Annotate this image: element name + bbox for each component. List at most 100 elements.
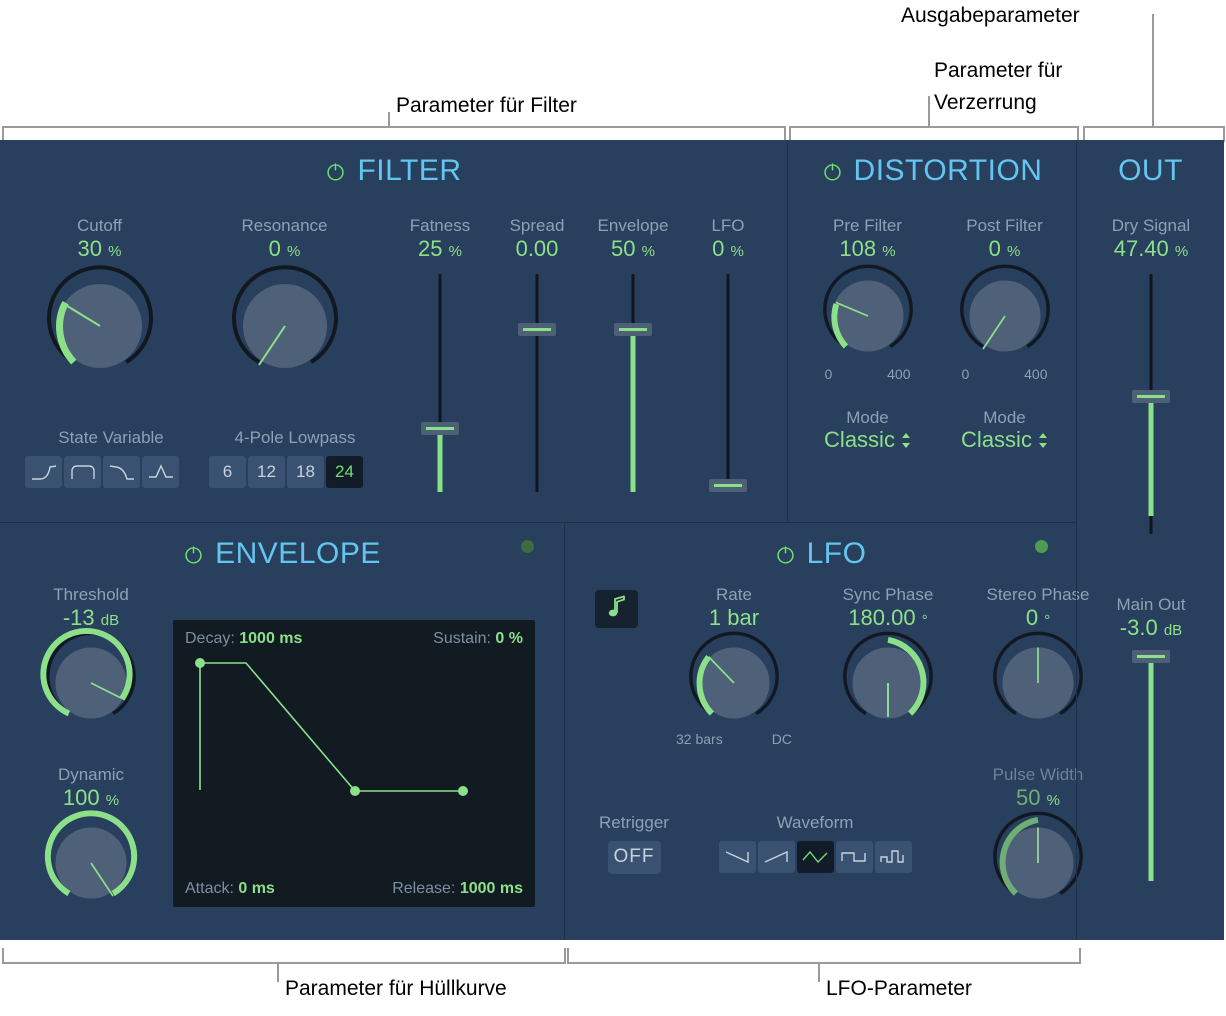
top-row: FILTER Cutoff 30 % Resonance 0 % Fatness…: [0, 140, 1076, 523]
resonance-label: Resonance: [241, 216, 328, 235]
rate-scale-min: 32 bars: [676, 730, 723, 747]
power-icon[interactable]: [183, 544, 204, 565]
lfo-sync-note-button[interactable]: [595, 590, 638, 628]
filter-envelope-control: Envelope 50 %: [583, 216, 683, 492]
filter-envelope-value: 50 %: [611, 235, 655, 261]
sync-phase-label: Sync Phase: [842, 585, 934, 604]
slope-button-24[interactable]: 24: [326, 455, 363, 488]
fatness-label: Fatness: [409, 216, 471, 235]
slider-handle[interactable]: [709, 479, 747, 492]
power-icon[interactable]: [775, 544, 796, 565]
filter-lfo-control: LFO 0 %: [678, 216, 778, 492]
slider-fill: [630, 329, 636, 492]
out-title-bar: OUT: [1077, 140, 1224, 188]
pre-mode-label: Mode: [846, 407, 889, 427]
chevron-updown-icon: [901, 432, 911, 449]
main-out-label: Main Out: [1116, 595, 1186, 614]
waveform-buttons: [685, 840, 945, 873]
power-icon[interactable]: [325, 161, 346, 182]
slider-track: [535, 274, 539, 492]
envelope-display[interactable]: Decay: 1000 ms Sustain: 0 % Attack: 0 ms…: [173, 620, 535, 907]
pre-filter-knob[interactable]: [822, 264, 913, 360]
leader-filter: [388, 112, 390, 128]
slider-handle[interactable]: [1132, 650, 1170, 663]
main-columns: FILTER Cutoff 30 % Resonance 0 % Fatness…: [0, 140, 1090, 940]
fatness-control: Fatness 25 %: [390, 216, 490, 492]
pre-mode-value: Classic: [824, 427, 895, 453]
slider-handle[interactable]: [1132, 390, 1170, 403]
rate-knob[interactable]: [689, 631, 779, 727]
dynamic-value: 100 %: [62, 784, 120, 810]
envelope-activity-led: [521, 540, 534, 553]
post-filter-label: Post Filter: [966, 216, 1043, 235]
panel-out: OUT Dry Signal 47.40 % Main Out -3.0 dB: [1076, 140, 1224, 940]
annotation-distortion-line1: Parameter für: [934, 59, 1063, 82]
slope-button-12[interactable]: 12: [248, 455, 285, 488]
lowpass-curve-icon[interactable]: [103, 455, 140, 488]
cutoff-knob[interactable]: [46, 265, 153, 378]
distortion-title: DISTORTION: [853, 154, 1043, 187]
random-step-icon[interactable]: [874, 840, 912, 873]
retrigger-button[interactable]: OFF: [607, 840, 661, 874]
saw-up-icon[interactable]: [757, 840, 795, 873]
annotation-output: Ausgabeparameter: [901, 4, 1080, 27]
lfo-activity-led: [1035, 540, 1048, 553]
post-mode-label: Mode: [983, 407, 1026, 427]
filter-title: FILTER: [357, 154, 462, 187]
filter-envelope-slider[interactable]: [583, 274, 683, 492]
slider-handle[interactable]: [614, 323, 652, 336]
bandpass-curve-icon[interactable]: [64, 455, 101, 488]
triangle-icon[interactable]: [796, 840, 834, 873]
post-mode-select[interactable]: Classic: [937, 427, 1072, 453]
rate-control: Rate 1 bar 32 bars DC: [661, 585, 807, 747]
annotation-filter: Parameter für Filter: [396, 94, 577, 117]
slider-track: [726, 274, 730, 492]
filter-lfo-slider[interactable]: [678, 274, 778, 492]
filter-lfo-label: LFO: [711, 216, 745, 235]
highpass-curve-icon[interactable]: [25, 455, 62, 488]
resonance-knob[interactable]: [231, 265, 338, 378]
resonance-control: Resonance 0 %: [207, 216, 362, 378]
stereo-phase-knob[interactable]: [993, 631, 1083, 727]
pulse-width-knob[interactable]: [993, 811, 1083, 907]
annotation-lfo: LFO-Parameter: [826, 977, 972, 1000]
peak-curve-icon[interactable]: [142, 455, 179, 488]
note-icon: [607, 595, 627, 624]
slider-handle[interactable]: [421, 422, 459, 435]
filter-mode-group-label: State Variable: [58, 428, 164, 447]
rate-label: Rate: [716, 585, 752, 604]
threshold-control: Threshold -13 dB: [18, 585, 164, 727]
sync-phase-knob[interactable]: [843, 631, 933, 727]
filter-title-bar: FILTER: [0, 140, 787, 188]
panel-lfo: LFO Rate 1 bar 32 bars DC Sync Phase 180…: [564, 523, 1090, 940]
threshold-label: Threshold: [53, 585, 129, 604]
post-filter-scale-min: 0: [961, 365, 970, 382]
dynamic-knob[interactable]: [44, 810, 138, 907]
cutoff-control: Cutoff 30 %: [22, 216, 177, 378]
slider-handle[interactable]: [518, 323, 556, 336]
rate-scale-max: DC: [771, 730, 792, 747]
leader-lfo: [818, 962, 820, 982]
threshold-knob[interactable]: [40, 627, 136, 727]
square-icon[interactable]: [835, 840, 873, 873]
panel-envelope: ENVELOPE Threshold -13 dB Dynamic 100 % …: [0, 523, 564, 940]
main-out-slider[interactable]: [1077, 650, 1225, 895]
panel-distortion: DISTORTION Pre Filter 108 % 0 400 Mode C…: [787, 140, 1076, 522]
pre-mode-select[interactable]: Classic: [800, 427, 935, 453]
pre-filter-value: 108 %: [839, 235, 896, 261]
dry-signal-slider[interactable]: [1077, 274, 1225, 534]
spread-value: 0.00: [515, 235, 559, 261]
waveform-label: Waveform: [776, 813, 854, 832]
slope-button-18[interactable]: 18: [287, 455, 324, 488]
panel-filter: FILTER Cutoff 30 % Resonance 0 % Fatness…: [0, 140, 787, 522]
post-filter-knob[interactable]: [959, 264, 1050, 360]
spread-slider[interactable]: [487, 274, 587, 492]
slider-fill: [1148, 396, 1154, 516]
fatness-slider[interactable]: [390, 274, 490, 492]
bracket-lfo: [567, 948, 1081, 964]
slope-button-6[interactable]: 6: [209, 455, 246, 488]
leader-envelope: [277, 962, 279, 982]
leader-distortion: [928, 96, 930, 128]
saw-down-icon[interactable]: [718, 840, 756, 873]
power-icon[interactable]: [822, 161, 843, 182]
